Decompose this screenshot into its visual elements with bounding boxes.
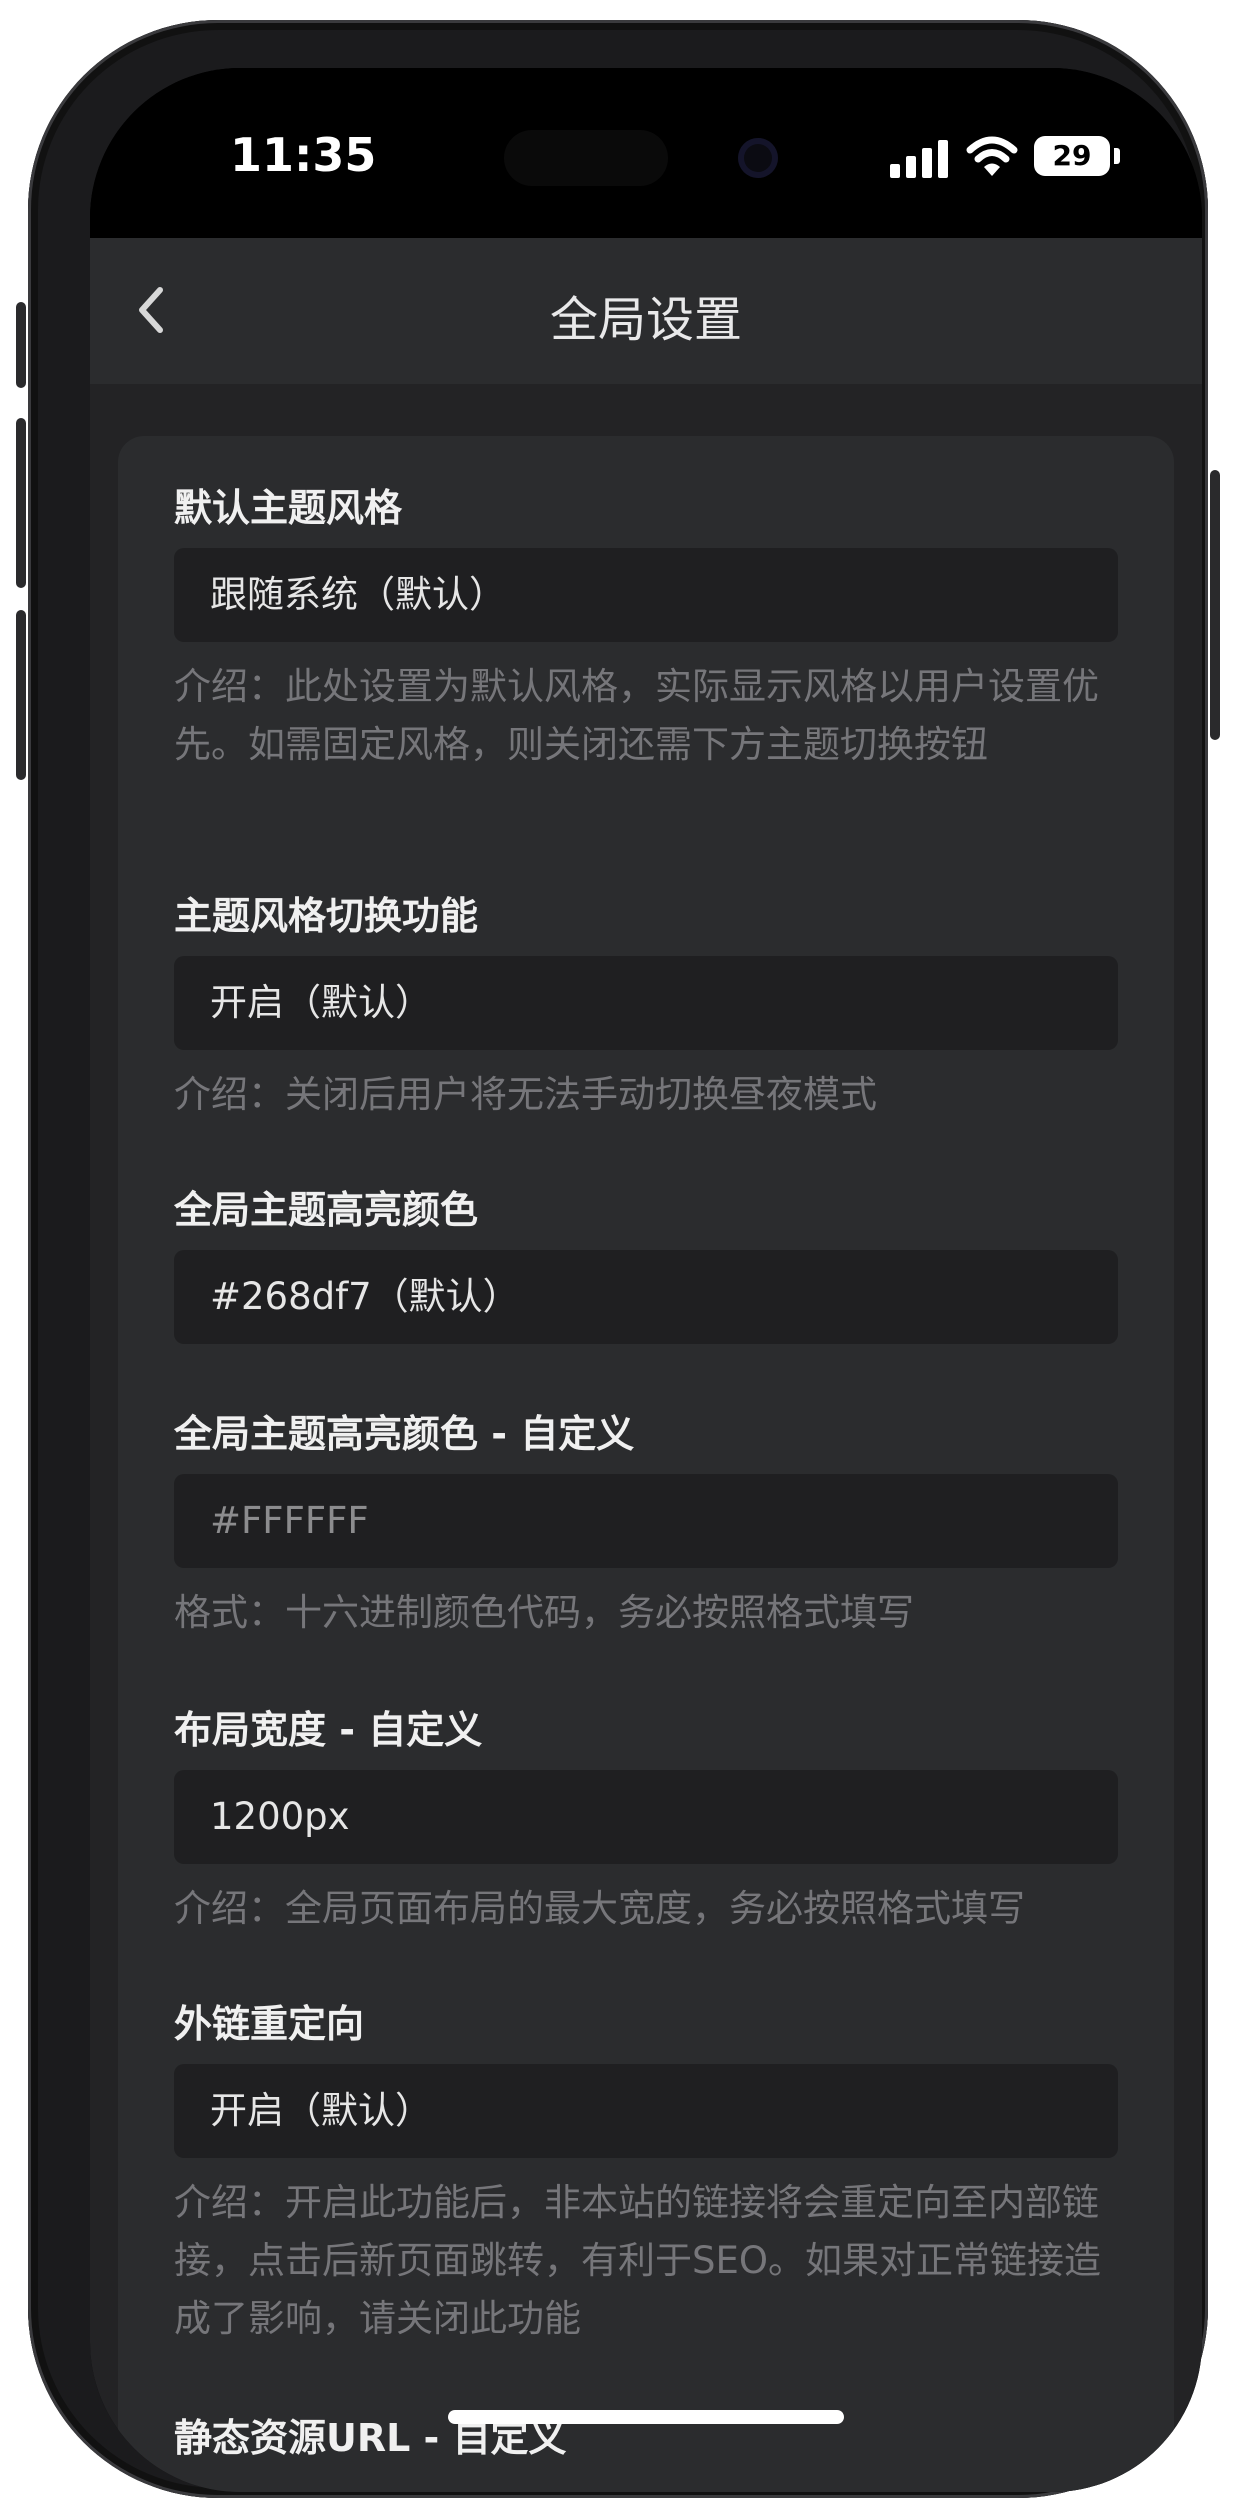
setting-description: 介绍：此处设置为默认风格，实际显示风格以用户设置优先。如需固定风格，则关闭还需下… xyxy=(174,665,1099,766)
battery-icon: 29 xyxy=(1034,136,1110,176)
setting-label: 全局主题高亮颜色 xyxy=(174,1188,479,1232)
setting-layout-width: 布局宽度 - 自定义 1200px 介绍：全局页面布局的最大宽度，务必按照格式填… xyxy=(174,1706,1118,1938)
navigation-bar: 全局设置 xyxy=(90,238,1202,384)
content-area: 默认主题风格 跟随系统（默认） 介绍：此处设置为默认风格，实际显示风格以用户设置… xyxy=(90,384,1202,2492)
theme-switch-select[interactable]: 开启（默认） xyxy=(174,956,1118,1050)
front-camera xyxy=(738,138,778,178)
external-redirect-select[interactable]: 开启（默认） xyxy=(174,2064,1118,2158)
status-time: 11:35 xyxy=(230,128,377,182)
page-title: 全局设置 xyxy=(549,292,742,348)
custom-color-input[interactable]: #FFFFFF xyxy=(174,1474,1118,1568)
setting-label: 外链重定向 xyxy=(174,2002,365,2046)
screen: 11:35 29 全局设置 默认主题风格 跟随系统（默认） 介绍：此处设置为默认… xyxy=(90,68,1202,2492)
home-indicator[interactable] xyxy=(448,2410,844,2424)
battery-level: 29 xyxy=(1052,139,1092,172)
action-button xyxy=(16,302,26,388)
setting-label: 默认主题风格 xyxy=(174,486,403,530)
dynamic-island xyxy=(504,130,668,186)
setting-theme-switch: 主题风格切换功能 开启（默认） 介绍：关闭后用户将无法手动切换昼夜模式 xyxy=(174,892,1118,1124)
phone-frame: 11:35 29 全局设置 默认主题风格 跟随系统（默认） 介绍：此处设置为默认… xyxy=(16,20,1220,2498)
highlight-color-select[interactable]: #268df7（默认） xyxy=(174,1250,1118,1344)
setting-highlight-color: 全局主题高亮颜色 #268df7（默认） xyxy=(174,1186,1118,1344)
setting-description: 介绍：关闭后用户将无法手动切换昼夜模式 xyxy=(174,1073,877,1116)
volume-up-button xyxy=(16,418,26,588)
setting-custom-highlight-color: 全局主题高亮颜色 - 自定义 #FFFFFF 格式：十六进制颜色代码，务必按照格… xyxy=(174,1410,1118,1642)
setting-description: 介绍：全局页面布局的最大宽度，务必按照格式填写 xyxy=(174,1887,1025,1930)
setting-description: 格式：十六进制颜色代码，务必按照格式填写 xyxy=(174,1591,914,1634)
setting-external-redirect: 外链重定向 开启（默认） 介绍：开启此功能后，非本站的链接将会重定向至内部链接，… xyxy=(174,2000,1118,2348)
cellular-signal-icon xyxy=(890,138,948,178)
power-button xyxy=(1210,470,1220,740)
setting-label: 全局主题高亮颜色 - 自定义 xyxy=(174,1412,635,1456)
setting-label: 布局宽度 - 自定义 xyxy=(174,1708,483,1752)
status-bar: 11:35 29 xyxy=(90,68,1202,238)
wifi-icon xyxy=(966,136,1018,176)
setting-description: 介绍：开启此功能后，非本站的链接将会重定向至内部链接，点击后新页面跳转，有利于S… xyxy=(174,2181,1101,2340)
battery-tip xyxy=(1114,148,1120,164)
settings-card: 默认主题风格 跟随系统（默认） 介绍：此处设置为默认风格，实际显示风格以用户设置… xyxy=(118,436,1174,2492)
default-theme-select[interactable]: 跟随系统（默认） xyxy=(174,548,1118,642)
setting-label: 主题风格切换功能 xyxy=(174,894,479,938)
layout-width-input[interactable]: 1200px xyxy=(174,1770,1118,1864)
setting-default-theme: 默认主题风格 跟随系统（默认） 介绍：此处设置为默认风格，实际显示风格以用户设置… xyxy=(174,484,1118,774)
volume-down-button xyxy=(16,610,26,780)
